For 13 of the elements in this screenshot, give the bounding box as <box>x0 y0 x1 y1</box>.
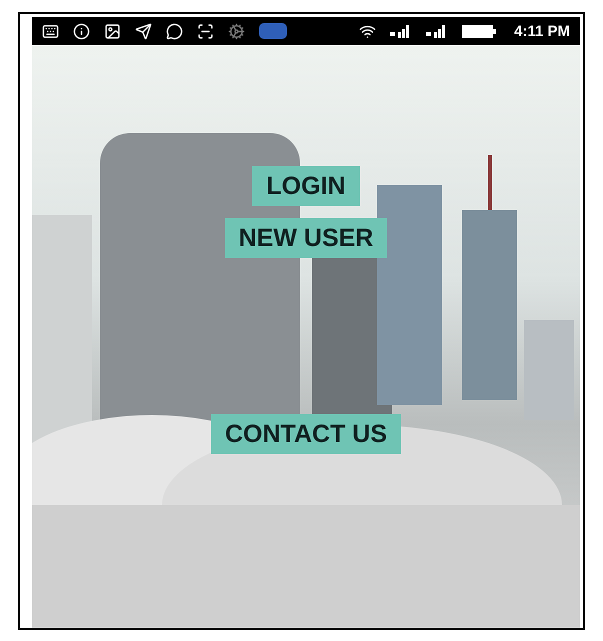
keyboard-icon <box>42 22 59 40</box>
app-icon <box>259 23 287 39</box>
alert-icon <box>73 22 90 40</box>
chat-icon <box>166 22 183 40</box>
scan-icon <box>197 22 214 40</box>
menu-button[interactable]: CONTACT US <box>210 414 402 454</box>
status-time: 4:11 PM <box>514 22 570 40</box>
battery-icon <box>462 24 496 38</box>
send-icon <box>135 22 152 40</box>
menu-button[interactable]: LOGIN <box>252 166 360 206</box>
image-icon <box>104 22 121 40</box>
gear-icon <box>228 22 245 40</box>
menu-button[interactable]: NEW USER <box>224 218 388 258</box>
